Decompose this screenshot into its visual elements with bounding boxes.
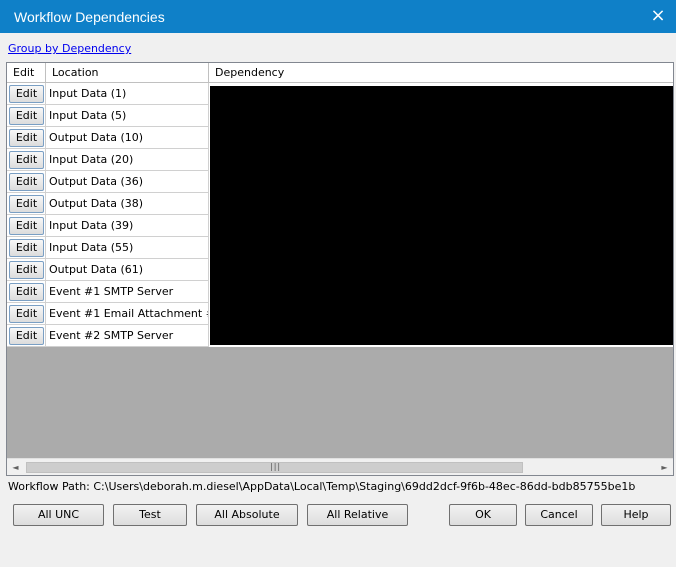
table-row[interactable]: Edit Input Data (5) bbox=[7, 105, 209, 127]
location-cell: Output Data (61) bbox=[46, 259, 209, 281]
edit-cell: Edit bbox=[7, 259, 46, 281]
location-cell: Input Data (20) bbox=[46, 149, 209, 171]
workflow-path: Workflow Path: C:\Users\deborah.m.diesel… bbox=[8, 480, 636, 493]
edit-button[interactable]: Edit bbox=[9, 283, 44, 301]
edit-cell: Edit bbox=[7, 237, 46, 259]
edit-button[interactable]: Edit bbox=[9, 107, 44, 125]
edit-cell: Edit bbox=[7, 149, 46, 171]
location-cell: Input Data (1) bbox=[46, 83, 209, 105]
test-button[interactable]: Test bbox=[113, 504, 187, 526]
location-cell: Output Data (36) bbox=[46, 171, 209, 193]
scroll-right-icon[interactable]: ► bbox=[656, 459, 673, 475]
location-cell: Output Data (10) bbox=[46, 127, 209, 149]
edit-cell: Edit bbox=[7, 193, 46, 215]
edit-cell: Edit bbox=[7, 83, 46, 105]
location-cell: Event #1 Email Attachment #1 bbox=[46, 303, 209, 325]
location-cell: Event #1 SMTP Server bbox=[46, 281, 209, 303]
scrollbar-thumb[interactable]: ||| bbox=[26, 462, 523, 473]
edit-cell: Edit bbox=[7, 105, 46, 127]
edit-cell: Edit bbox=[7, 215, 46, 237]
close-icon[interactable]: × bbox=[650, 7, 666, 25]
table-row[interactable]: Edit Output Data (38) bbox=[7, 193, 209, 215]
dependency-grid: Edit Location Dependency Edit Input Data … bbox=[6, 62, 674, 476]
grid-header: Edit Location Dependency bbox=[7, 63, 673, 83]
edit-button[interactable]: Edit bbox=[9, 85, 44, 103]
edit-button[interactable]: Edit bbox=[9, 217, 44, 235]
edit-cell: Edit bbox=[7, 281, 46, 303]
column-header-location[interactable]: Location bbox=[46, 63, 209, 83]
table-row[interactable]: Edit Output Data (61) bbox=[7, 259, 209, 281]
edit-button[interactable]: Edit bbox=[9, 195, 44, 213]
location-cell: Input Data (5) bbox=[46, 105, 209, 127]
edit-button[interactable]: Edit bbox=[9, 239, 44, 257]
cancel-button[interactable]: Cancel bbox=[525, 504, 593, 526]
location-cell: Output Data (38) bbox=[46, 193, 209, 215]
window-title: Workflow Dependencies bbox=[14, 9, 165, 25]
edit-button[interactable]: Edit bbox=[9, 151, 44, 169]
table-row[interactable]: Edit Output Data (36) bbox=[7, 171, 209, 193]
edit-cell: Edit bbox=[7, 303, 46, 325]
help-button[interactable]: Help bbox=[601, 504, 671, 526]
table-row[interactable]: Edit Event #1 SMTP Server bbox=[7, 281, 209, 303]
edit-button[interactable]: Edit bbox=[9, 173, 44, 191]
grid-rows: Edit Input Data (1) Edit Input Data (5) Edit… bbox=[7, 83, 209, 347]
table-row[interactable]: Edit Input Data (39) bbox=[7, 215, 209, 237]
scroll-left-icon[interactable]: ◄ bbox=[7, 459, 24, 475]
column-header-dependency[interactable]: Dependency bbox=[209, 63, 673, 83]
edit-button[interactable]: Edit bbox=[9, 327, 44, 345]
all-absolute-button[interactable]: All Absolute bbox=[196, 504, 298, 526]
table-row[interactable]: Edit Input Data (20) bbox=[7, 149, 209, 171]
table-row[interactable]: Edit Event #1 Email Attachment #1 bbox=[7, 303, 209, 325]
edit-button[interactable]: Edit bbox=[9, 261, 44, 279]
edit-cell: Edit bbox=[7, 127, 46, 149]
edit-cell: Edit bbox=[7, 325, 46, 347]
table-row[interactable]: Edit Input Data (55) bbox=[7, 237, 209, 259]
location-cell: Input Data (39) bbox=[46, 215, 209, 237]
horizontal-scrollbar[interactable]: ◄ ||| ► bbox=[7, 458, 673, 475]
group-by-dependency-link[interactable]: Group by Dependency bbox=[8, 42, 131, 55]
edit-button[interactable]: Edit bbox=[9, 305, 44, 323]
all-unc-button[interactable]: All UNC bbox=[13, 504, 104, 526]
table-row[interactable]: Edit Output Data (10) bbox=[7, 127, 209, 149]
dependency-redacted-block bbox=[210, 86, 673, 345]
all-relative-button[interactable]: All Relative bbox=[307, 504, 408, 526]
edit-cell: Edit bbox=[7, 171, 46, 193]
edit-button[interactable]: Edit bbox=[9, 129, 44, 147]
scrollbar-grip-icon: ||| bbox=[270, 462, 282, 471]
location-cell: Input Data (55) bbox=[46, 237, 209, 259]
table-row[interactable]: Edit Input Data (1) bbox=[7, 83, 209, 105]
table-row[interactable]: Edit Event #2 SMTP Server bbox=[7, 325, 209, 347]
column-header-edit[interactable]: Edit bbox=[7, 63, 46, 83]
ok-button[interactable]: OK bbox=[449, 504, 517, 526]
location-cell: Event #2 SMTP Server bbox=[46, 325, 209, 347]
title-bar: Workflow Dependencies × bbox=[0, 0, 676, 33]
